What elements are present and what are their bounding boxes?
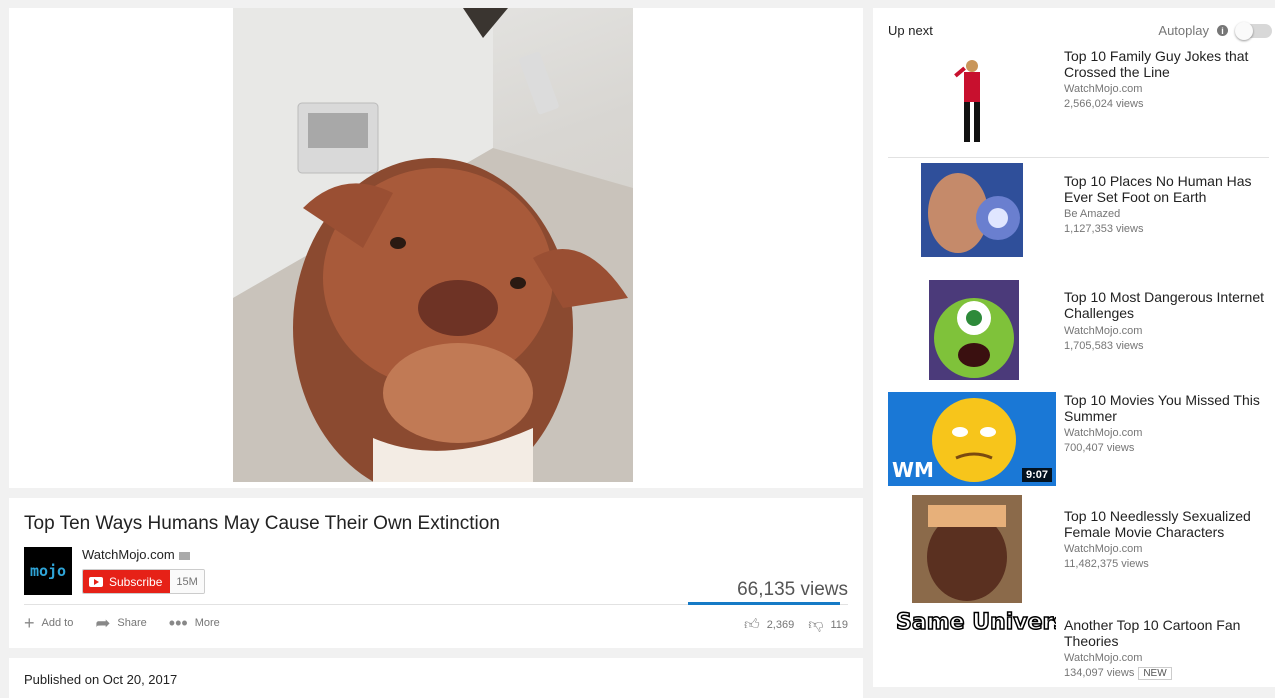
video-channel: WatchMojo.com <box>1064 325 1143 337</box>
video-channel: WatchMojo.com <box>1064 543 1143 555</box>
green-monster-thumbnail <box>888 280 1056 380</box>
view-count: 66,135 views <box>737 579 848 600</box>
channel-name-link[interactable]: WatchMojo.com <box>82 547 190 562</box>
video-channel: Be Amazed <box>1064 208 1121 220</box>
add-to-label: Add to <box>41 617 74 629</box>
video-player[interactable] <box>9 8 863 488</box>
watchmojo-logo: WM <box>892 458 934 482</box>
more-dots-icon: ••• <box>168 613 188 633</box>
autoplay-control: Autoplay i <box>1158 21 1272 40</box>
up-next-separator <box>888 157 1269 158</box>
share-label: Share <box>117 617 147 629</box>
like-dislike-group: 👍︎ 2,369 👎︎ 119 <box>744 616 848 634</box>
thumbs-up-icon: 👍︎ <box>744 616 760 633</box>
verified-icon <box>178 551 190 560</box>
add-to-button[interactable]: + Add to <box>24 614 73 632</box>
youtube-play-icon <box>89 576 103 587</box>
share-arrow-icon: ➦ <box>95 613 111 633</box>
new-badge: NEW <box>1138 667 1172 680</box>
video-views: 2,566,024 views <box>1064 98 1144 110</box>
video-title[interactable]: Top 10 Most Dangerous Internet Challenge… <box>1064 289 1269 321</box>
dislike-button[interactable]: 👎︎ 119 <box>808 616 848 634</box>
publish-date: Published on Oct 20, 2017 <box>24 672 178 687</box>
video-channel: WatchMojo.com <box>1064 83 1143 95</box>
video-views: 11,482,375 views <box>1064 558 1149 570</box>
like-button[interactable]: 👍︎ 2,369 <box>744 616 794 634</box>
autoplay-toggle[interactable] <box>1235 21 1272 40</box>
video-title[interactable]: Top 10 Needlessly Sexualized Female Movi… <box>1064 508 1269 540</box>
ear-face-thumbnail <box>888 163 1056 257</box>
dislike-count: 119 <box>830 619 848 631</box>
video-info-card: Top Ten Ways Humans May Cause Their Own … <box>9 498 863 648</box>
dog-image <box>233 8 633 482</box>
up-next-sidebar: Up next Autoplay i Top 10 Family Guy Jok… <box>873 8 1275 687</box>
video-channel: WatchMojo.com <box>1064 427 1143 439</box>
channel-name: WatchMojo.com <box>82 547 175 562</box>
video-title[interactable]: Top 10 Family Guy Jokes that Crossed the… <box>1064 48 1269 80</box>
avatar-logo-text: mojo <box>29 562 67 580</box>
plus-icon: + <box>24 613 35 633</box>
subscriber-count: 15M <box>170 570 204 593</box>
video-duration: 9:07 <box>1021 468 1052 482</box>
like-ratio-bar <box>688 602 840 605</box>
thumbs-down-icon: 👎︎ <box>808 616 824 633</box>
video-thumbnail[interactable] <box>888 280 1056 380</box>
video-channel: WatchMojo.com <box>1064 652 1143 664</box>
video-thumbnail[interactable] <box>888 163 1056 257</box>
video-title[interactable]: Top 10 Movies You Missed This Summer <box>1064 392 1269 424</box>
more-label: More <box>194 617 220 629</box>
video-views: 1,127,353 views <box>1064 223 1144 235</box>
video-thumbnail[interactable] <box>888 48 1056 142</box>
channel-avatar[interactable]: mojo <box>24 547 72 595</box>
video-frame-dog <box>233 8 633 482</box>
video-views: 134,097 views NEW <box>1064 667 1172 680</box>
autoplay-label: Autoplay <box>1158 23 1209 38</box>
video-thumbnail[interactable] <box>888 495 1056 603</box>
same-universe-title-art: Same Universe <box>895 609 1056 636</box>
video-title[interactable]: Top 10 Places No Human Has Ever Set Foot… <box>1064 173 1269 205</box>
dancing-man-thumbnail <box>888 48 1056 142</box>
action-bar: + Add to ➦ Share ••• More <box>24 614 220 632</box>
share-button[interactable]: ➦ Share <box>95 614 146 632</box>
description-card: Published on Oct 20, 2017 <box>9 658 863 698</box>
more-button[interactable]: ••• More <box>169 614 220 632</box>
info-icon[interactable]: i <box>1217 25 1228 36</box>
video-title[interactable]: Another Top 10 Cartoon Fan Theories <box>1064 617 1269 649</box>
like-count: 2,369 <box>766 619 795 631</box>
video-views: 1,705,583 views <box>1064 340 1144 352</box>
video-thumbnail[interactable]: Same Universe <box>888 604 1056 644</box>
video-title: Top Ten Ways Humans May Cause Their Own … <box>24 513 500 534</box>
video-views-count: 134,097 views <box>1064 667 1135 679</box>
subscribe-label: Subscribe <box>109 574 163 589</box>
video-thumbnail[interactable]: WM 9:07 <box>888 392 1056 486</box>
up-next-heading: Up next <box>888 23 933 38</box>
subscribe-button[interactable]: Subscribe 15M <box>82 569 205 594</box>
actor-portrait-thumbnail <box>888 495 1056 603</box>
video-views: 700,407 views <box>1064 442 1135 454</box>
